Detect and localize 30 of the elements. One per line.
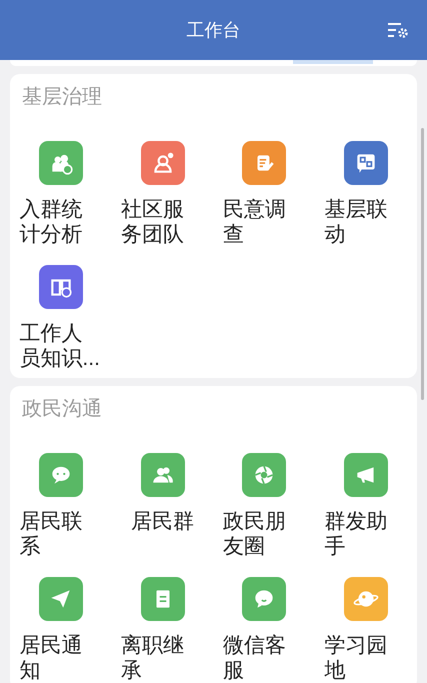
app-label[interactable]: 民意调查	[222, 197, 306, 247]
app-label[interactable]: 学习园地	[324, 633, 408, 683]
app-icon[interactable]	[242, 141, 286, 185]
app-label[interactable]: 政民朋友圈	[222, 509, 306, 559]
app-icon[interactable]	[344, 453, 388, 497]
app-label[interactable]: 微信客服	[222, 633, 306, 683]
app-label[interactable]: 群发助手	[324, 509, 408, 559]
app-icon[interactable]	[344, 141, 388, 185]
app-label[interactable]: 基层联动	[324, 197, 408, 247]
app-icon[interactable]	[140, 141, 185, 185]
app-label[interactable]: 社区服务团队	[121, 197, 204, 247]
app-icon[interactable]	[38, 265, 83, 309]
app-label[interactable]: 居民联系	[19, 509, 102, 559]
app-icon[interactable]	[38, 577, 83, 621]
settings-icon[interactable]	[387, 20, 409, 40]
app-label[interactable]: 工作人员知识...	[19, 321, 102, 371]
app-icon[interactable]	[38, 141, 83, 185]
app-icon[interactable]	[242, 453, 286, 497]
section-title: 政民沟通	[21, 397, 103, 421]
app-icon[interactable]	[242, 577, 286, 621]
app-label[interactable]: 居民群	[131, 509, 194, 534]
section-title: 基层治理	[21, 85, 103, 109]
app-label[interactable]: 离职继承	[121, 633, 204, 683]
page-title: 工作台	[186, 19, 240, 42]
app-icon[interactable]	[38, 453, 83, 497]
app-label[interactable]: 居民通知	[19, 633, 102, 683]
app-icon[interactable]	[140, 453, 185, 497]
app-icon[interactable]	[140, 577, 185, 621]
app-icon[interactable]	[344, 577, 388, 621]
app-label[interactable]: 入群统计分析	[19, 197, 102, 247]
